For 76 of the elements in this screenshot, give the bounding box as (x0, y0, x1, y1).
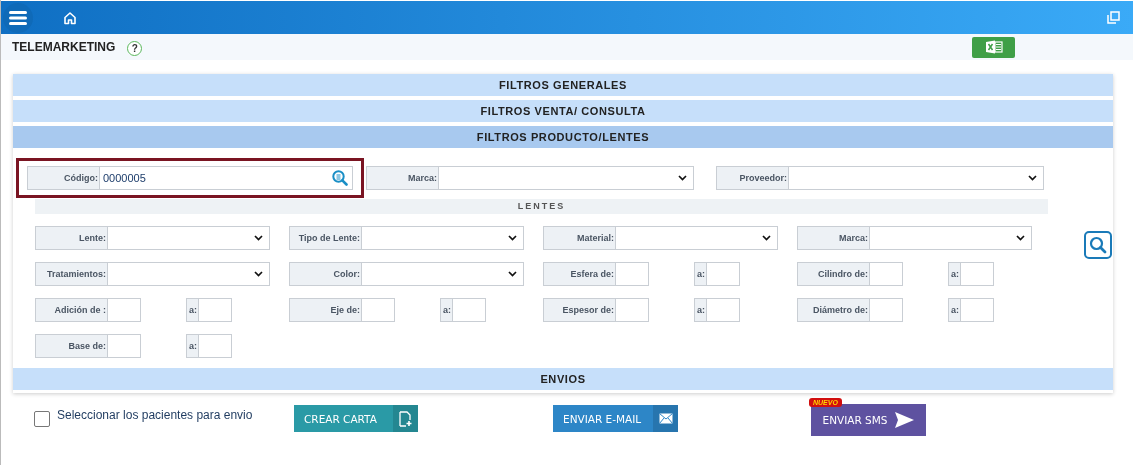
input-field[interactable] (961, 262, 994, 286)
field-label: Tipo de Lente: (289, 226, 362, 250)
field-label: a: (186, 334, 199, 358)
dropdown-field[interactable] (439, 166, 694, 190)
dropdown-field[interactable] (789, 166, 1044, 190)
field-label: Tratamientos: (35, 262, 108, 286)
field-label: Diámetro de: (797, 298, 870, 322)
input-field[interactable] (199, 298, 232, 322)
field-label: a: (948, 298, 961, 322)
input-field[interactable] (108, 298, 141, 322)
input-field[interactable] (870, 298, 903, 322)
envelope-icon (658, 413, 673, 424)
field-label: Material: (543, 226, 616, 250)
field-label: Adición de : (35, 298, 108, 322)
search-icon[interactable] (332, 170, 348, 186)
dropdown-field[interactable] (870, 226, 1032, 250)
field-label: a: (694, 262, 707, 286)
field-label: Cilindro de: (797, 262, 870, 286)
search-button[interactable] (1083, 231, 1112, 259)
excel-export-button[interactable] (972, 36, 1015, 58)
send-icon (895, 412, 915, 428)
field-label: a: (186, 298, 199, 322)
chevron-icon (1016, 235, 1025, 241)
dropdown-field[interactable] (362, 262, 524, 286)
section-header[interactable]: FILTROS PRODUCTO/LENTES (13, 126, 1113, 148)
checkbox-label: Seleccionar los pacientes para envio (57, 408, 253, 422)
input-field[interactable] (707, 262, 740, 286)
dropdown-field[interactable] (362, 226, 524, 250)
field-label: Color: (289, 262, 362, 286)
spreadsheet-icon (984, 40, 1003, 54)
input-field[interactable] (362, 298, 395, 322)
restore-window-icon[interactable] (1107, 11, 1120, 24)
chevron-icon (254, 271, 263, 277)
menu-button[interactable] (3, 2, 33, 33)
field-label: Espesor de: (543, 298, 616, 322)
input-field[interactable] (616, 262, 649, 286)
help-button[interactable]: ? (127, 41, 143, 56)
field-label: Esfera de: (543, 262, 616, 286)
field-label: Lente: (35, 226, 108, 250)
menu-icon (9, 9, 27, 26)
input-field[interactable] (961, 298, 994, 322)
input-field[interactable] (108, 334, 141, 358)
field-label: a: (948, 262, 961, 286)
section-header[interactable]: ENVIOS (13, 368, 1113, 390)
dropdown-field[interactable] (108, 226, 270, 250)
chevron-icon (1028, 175, 1037, 181)
chevron-icon (762, 235, 771, 241)
field-label: a: (694, 298, 707, 322)
send-email-button[interactable]: ENVIAR E-MAIL (553, 405, 678, 432)
section-header[interactable]: FILTROS GENERALES (13, 74, 1113, 96)
chevron-icon (254, 235, 263, 241)
dropdown-field[interactable] (616, 226, 778, 250)
input-field[interactable] (453, 298, 486, 322)
section-header[interactable]: FILTROS VENTA/ CONSULTA (13, 100, 1113, 122)
input-field[interactable] (199, 334, 232, 358)
code-input-field[interactable]: 0000005 (100, 166, 353, 190)
lentes-heading: LENTES (35, 199, 1048, 214)
field-label: Eje de: (289, 298, 362, 322)
checkbox[interactable] (34, 411, 50, 427)
field-label: Proveedor: (716, 166, 789, 190)
field-label: Base de: (35, 334, 108, 358)
chevron-icon (508, 271, 517, 277)
home-icon[interactable] (63, 10, 77, 25)
page-title: TELEMARKETING (12, 40, 116, 54)
field-label: Marca: (366, 166, 439, 190)
chevron-icon (678, 175, 687, 181)
input-field[interactable] (707, 298, 740, 322)
input-field[interactable] (870, 262, 903, 286)
chevron-icon (508, 235, 517, 241)
dropdown-field[interactable] (108, 262, 270, 286)
send-sms-button[interactable]: ENVIAR SMS (811, 404, 926, 436)
field-label: Código: (27, 166, 100, 190)
new-document-icon (399, 410, 412, 427)
input-field[interactable] (616, 298, 649, 322)
field-label: a: (440, 298, 453, 322)
field-label: Marca: (797, 226, 870, 250)
